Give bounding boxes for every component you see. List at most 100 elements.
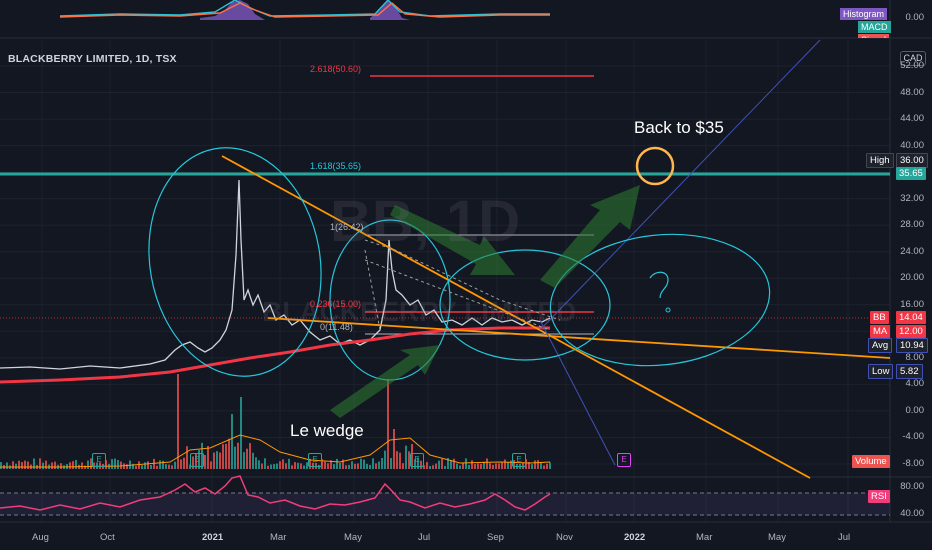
volume-bar xyxy=(537,460,539,469)
volume-bar xyxy=(216,451,218,469)
fib-0236-label: 0.236(15.00) xyxy=(310,299,362,309)
earnings-marker-4[interactable]: E xyxy=(410,453,424,467)
low-tag-label: Low xyxy=(868,364,894,379)
volume-bar xyxy=(435,463,437,469)
volume-bar xyxy=(45,460,47,469)
volume-bar xyxy=(297,462,299,469)
price-axis-label: 44.00 xyxy=(900,113,924,125)
price-axis-label: 16.00 xyxy=(900,298,924,310)
volume-bar xyxy=(426,462,428,469)
price-axis-label: 52.00 xyxy=(900,60,924,71)
volume-bar xyxy=(150,464,152,469)
volume-bar xyxy=(480,463,482,469)
volume-bar xyxy=(279,461,281,469)
volume-bar xyxy=(276,463,278,469)
volume-bar xyxy=(291,465,293,469)
volume-bar xyxy=(405,445,407,469)
earnings-marker-upcoming[interactable]: E xyxy=(617,453,631,467)
price-axis-label: 4.00 xyxy=(905,378,925,390)
volume-bar xyxy=(348,464,350,469)
rsi-axis-40: 40.00 xyxy=(900,508,924,519)
volume-bar xyxy=(24,460,26,469)
volume-bar xyxy=(393,429,395,469)
volume-bar xyxy=(162,460,164,469)
volume-bar xyxy=(135,465,137,469)
volume-bar xyxy=(168,464,170,469)
time-axis-label: Jul xyxy=(838,532,851,543)
volume-bar xyxy=(390,458,392,469)
volume-bar xyxy=(546,463,548,469)
volume-bar xyxy=(27,461,29,469)
volume-bar xyxy=(354,463,356,469)
earnings-marker-3[interactable]: E xyxy=(308,453,322,467)
rsi-tag-label: RSI xyxy=(868,490,890,503)
volume-bar xyxy=(324,461,326,469)
volume-bar xyxy=(303,465,305,469)
volume-bar xyxy=(111,459,113,469)
price-axis-label: 32.00 xyxy=(900,192,924,204)
earnings-marker-5[interactable]: E xyxy=(512,453,526,467)
volume-bar xyxy=(249,443,251,469)
volume-bar xyxy=(234,446,236,469)
volume-bar xyxy=(282,459,284,469)
volume-bar xyxy=(15,463,17,469)
volume-bar xyxy=(165,464,167,469)
volume-bar xyxy=(336,458,338,469)
chart-canvas[interactable] xyxy=(0,0,932,550)
fib-1-label: 1(26.42) xyxy=(330,222,364,232)
volume-bar xyxy=(231,414,233,469)
volume-bar xyxy=(300,463,302,469)
time-axis-label: Aug xyxy=(32,532,49,543)
time-axis-label: May xyxy=(344,532,362,543)
volume-bar xyxy=(246,448,248,469)
volume-bar xyxy=(285,463,287,469)
volume-bar xyxy=(213,452,215,469)
earnings-marker-2[interactable]: E xyxy=(190,453,204,467)
volume-bar xyxy=(387,379,389,469)
volume-bar xyxy=(69,462,71,469)
volume-bar xyxy=(255,457,257,469)
fib-0-label: 0(11.48) xyxy=(320,322,353,332)
macd-legend-macd: MACD xyxy=(858,21,891,33)
time-axis-label: Oct xyxy=(100,532,115,543)
level-tag-value: 35.65 xyxy=(896,167,926,180)
volume-bar xyxy=(252,452,254,469)
time-axis-label: May xyxy=(768,532,786,543)
volume-bar xyxy=(228,438,230,469)
fib-2618-label: 2.618(50.60) xyxy=(310,64,362,74)
volume-bar xyxy=(270,464,272,469)
volume-bar xyxy=(219,452,221,469)
volume-bar xyxy=(261,463,263,469)
volume-bar xyxy=(453,458,455,469)
volume-bar xyxy=(366,463,368,469)
volume-bar xyxy=(81,462,83,469)
volume-bar xyxy=(441,459,443,469)
volume-bar xyxy=(465,458,467,469)
volume-bar xyxy=(384,450,386,469)
earnings-marker-1[interactable]: E xyxy=(92,453,106,467)
volume-bar xyxy=(444,465,446,469)
volume-bar xyxy=(21,462,23,469)
volume-bar xyxy=(474,464,476,469)
volume-bar xyxy=(327,463,329,469)
time-axis-label: 2021 xyxy=(202,532,224,543)
volume-bar xyxy=(54,461,56,469)
price-axis-label: 20.00 xyxy=(900,272,924,284)
volume-bar xyxy=(138,461,140,469)
volume-bar xyxy=(222,444,224,469)
volume-bar xyxy=(174,461,176,469)
volume-bar xyxy=(288,458,290,469)
volume-bar xyxy=(351,461,353,469)
high-tag-value: 36.00 xyxy=(896,153,928,168)
volume-bar xyxy=(210,461,212,469)
volume-bar xyxy=(147,461,149,469)
volume-bar xyxy=(360,458,362,469)
volume-bar xyxy=(468,464,470,469)
volume-bar xyxy=(264,458,266,469)
price-axis-label: 24.00 xyxy=(900,245,924,257)
volume-bar xyxy=(471,460,473,469)
price-axis-label: -4.00 xyxy=(902,431,924,443)
volume-bar xyxy=(549,462,551,469)
volume-bar xyxy=(114,458,116,469)
volume-bar xyxy=(459,465,461,469)
